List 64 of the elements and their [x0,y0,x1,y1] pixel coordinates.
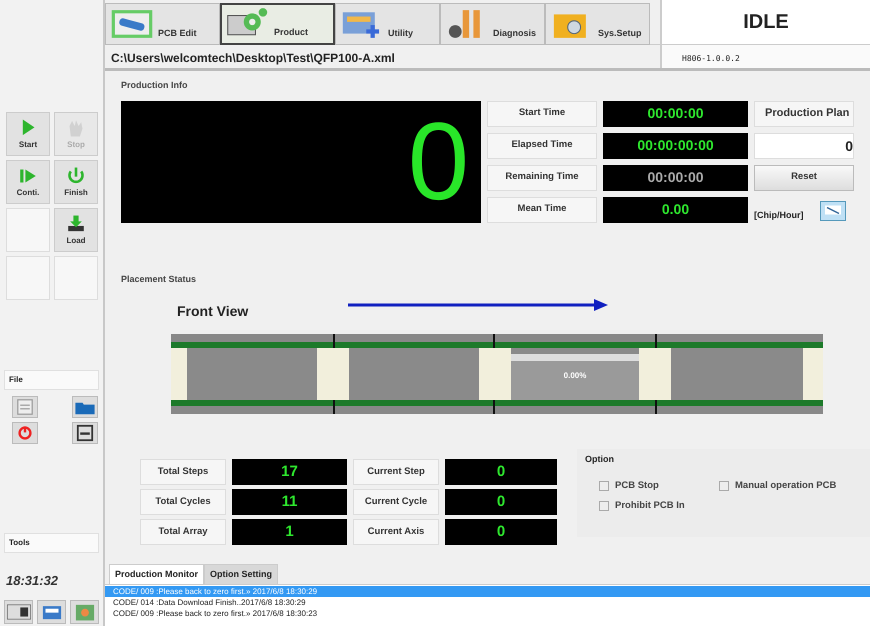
file-button[interactable] [72,396,98,418]
time-label: Mean Time [487,196,597,222]
counter-value: 11 [232,489,347,515]
checkbox-label: Prohibit PCB In [615,498,685,513]
counter-label: Total Cycles [140,489,226,515]
counter-label: Current Cycle [353,489,439,515]
version-label: H806-1.0.0.2 [660,45,870,68]
plan-title: Production Plan [754,100,854,126]
time-label: Elapsed Time [487,132,597,158]
log-line[interactable]: CODE/ 014 :Data Download Finish..2017/6/8 18:30:29 [105,597,870,608]
time-label: Remaining Time [487,164,597,190]
section-title: File [4,370,99,390]
section-title: Placement Status [121,273,198,286]
empty-slot [54,256,98,300]
counter-label: Total Steps [140,459,226,485]
tab[interactable]: Product [220,3,335,45]
side-button[interactable]: Finish [54,160,98,204]
pcb-icon [110,8,154,40]
time-value: 00:00:00:00 [603,132,748,158]
view-label: Front View [177,302,248,320]
clock-label: 18:31:32 [5,572,60,590]
empty-slot [6,256,50,300]
checkbox[interactable] [599,500,609,511]
tab[interactable]: PCB Edit [105,3,220,45]
tab[interactable]: Diagnosis [440,3,545,45]
toolbar-button[interactable] [4,600,33,624]
counter-value: 0 [445,459,557,485]
checkbox-label: Manual operation PCB [735,478,836,492]
time-value: 0.00 [603,196,748,222]
toolbar-button[interactable] [37,600,66,624]
side-button[interactable]: Load [54,208,98,252]
status-label: IDLE [660,0,870,44]
counter-value: 1 [232,519,347,545]
unit-label: [Chip/Hour] [754,209,804,222]
file-path: C:\Users\welcomtech\Desktop\Test\QFP100-A.xml [110,50,396,67]
chart-button[interactable] [820,200,846,220]
counter-label: Current Axis [353,519,439,545]
section-title: Tools [4,532,99,552]
tab[interactable]: Option Setting [204,564,278,584]
file-button[interactable] [72,422,98,444]
tab[interactable]: Production Monitor [109,564,204,584]
time-label: Start Time [487,100,597,126]
counter-value: 0 [445,519,557,545]
plan-input[interactable]: 0 [754,132,854,158]
progress-label: 0.00% [564,370,586,380]
log-line[interactable]: CODE/ 009 :Please back to zero first.» 2017/6/8 18:30:23 [105,608,870,619]
checkbox-label: PCB Stop [615,478,659,492]
checkbox[interactable] [719,480,729,491]
counter-value: 17 [232,459,347,485]
section-title: Option [585,453,615,466]
empty-slot [6,208,50,252]
counter-label: Current Step [353,459,439,485]
time-value: 00:00:00 [603,164,748,190]
side-button[interactable]: Conti. [6,160,50,204]
tab[interactable]: Utility [335,3,440,45]
tab[interactable]: Sys.Setup [545,3,650,45]
side-button[interactable]: Start [6,112,50,156]
count-display: 0 [121,100,481,222]
checkbox[interactable] [599,480,609,491]
time-value: 00:00:00 [603,100,748,126]
section-title: Production Info [121,79,188,92]
counter-value: 0 [445,489,557,515]
counter-label: Total Array [140,519,226,545]
reset-button[interactable]: Reset [754,164,854,190]
